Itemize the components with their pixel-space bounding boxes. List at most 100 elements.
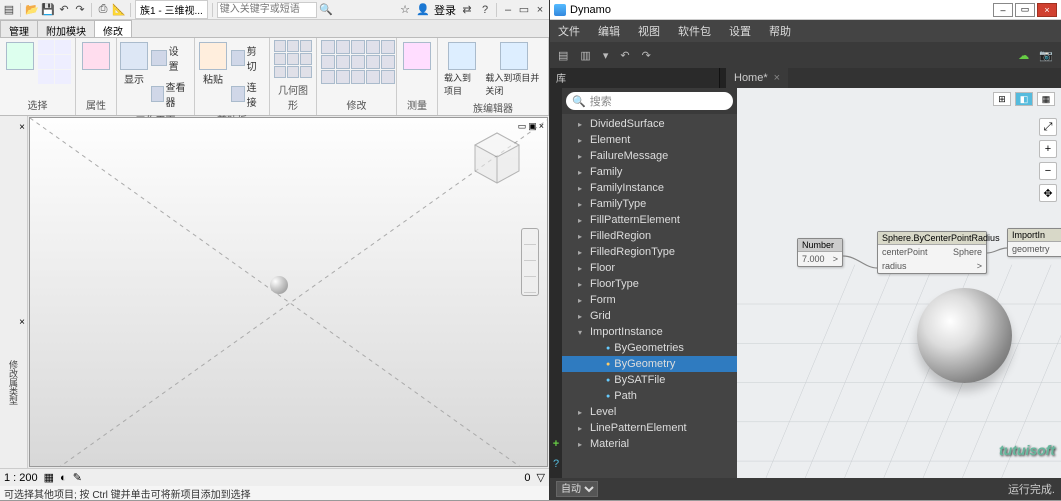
properties-palette-collapsed[interactable]: × × 修改属类型 [0, 116, 28, 468]
tree-node-floortype[interactable]: ▸FloorType [562, 276, 737, 292]
save-icon[interactable]: 💾 [41, 3, 55, 17]
properties-button[interactable] [80, 40, 112, 72]
user-icon[interactable]: 👤 [416, 3, 430, 17]
poly-tool-icon[interactable] [55, 70, 71, 84]
load-into-project-button[interactable]: 载入到项目 [442, 40, 481, 99]
tree-node-bygeometries[interactable]: ●ByGeometries [562, 340, 737, 356]
palette2-close-icon[interactable]: × [17, 315, 27, 330]
menu-file[interactable]: 文件 [558, 23, 580, 39]
minimize-icon[interactable]: – [501, 3, 515, 17]
undo-icon[interactable]: ↶ [57, 3, 71, 17]
move-icon[interactable] [366, 40, 380, 54]
zoom-fit-icon[interactable]: ⤢ [1039, 118, 1057, 136]
pin-icon[interactable] [321, 70, 335, 84]
tab-close-icon[interactable]: × [774, 72, 780, 84]
tree-node-bysatfile[interactable]: ●BySATFile [562, 372, 737, 388]
zoom-in-icon[interactable]: + [1039, 140, 1057, 158]
geo-view-icon[interactable]: ◧ [1015, 92, 1033, 106]
open-icon[interactable]: ▥ [580, 49, 590, 62]
view-close-icon[interactable]: × [539, 121, 544, 132]
line-tool-icon[interactable] [38, 40, 54, 54]
nav-bar[interactable] [521, 228, 539, 296]
tree-node-bygeometry[interactable]: ●ByGeometry [562, 356, 737, 372]
run-mode-select[interactable]: 自动 [556, 481, 598, 497]
orbit-icon[interactable] [524, 279, 536, 293]
tree-node-failuremessage[interactable]: ▸FailureMessage [562, 148, 737, 164]
arc-tool-icon[interactable] [55, 40, 71, 54]
help-icon[interactable]: ? [553, 458, 559, 470]
tree-node-floor[interactable]: ▸Floor [562, 260, 737, 276]
tree-node-path[interactable]: ●Path [562, 388, 737, 404]
status-icon2[interactable]: ◐ [60, 472, 67, 484]
help-search-input[interactable] [217, 2, 317, 18]
print-icon[interactable]: ⎙ [96, 3, 110, 17]
library-tree[interactable]: ▸DividedSurface▸Element▸FailureMessage ▸F… [562, 114, 737, 478]
node-import[interactable]: ImportIn geometry [1007, 228, 1061, 257]
menu-view[interactable]: 视图 [638, 23, 660, 39]
circle-tool-icon[interactable] [38, 55, 54, 69]
number-value[interactable]: 7.000 [802, 254, 825, 264]
tree-node-familyinstance[interactable]: ▸FamilyInstance [562, 180, 737, 196]
set-plane-button[interactable]: 设置 [149, 40, 190, 75]
open-icon[interactable]: 📂 [25, 3, 39, 17]
scale-icon[interactable] [381, 55, 395, 69]
tree-node-dividedsurface[interactable]: ▸DividedSurface [562, 116, 737, 132]
tree-node-importinstance[interactable]: ▾ImportInstance [562, 324, 737, 340]
close-icon[interactable]: × [533, 3, 547, 17]
measure-icon[interactable]: 📐 [112, 3, 126, 17]
show-button[interactable]: 显示 [121, 40, 147, 88]
tree-node-form[interactable]: ▸Form [562, 292, 737, 308]
array-icon[interactable] [366, 55, 380, 69]
dynamo-workspace[interactable]: Number 7.000> Sphere.ByCenterPointRadius… [737, 88, 1061, 478]
add-icon[interactable]: + [553, 438, 559, 450]
split-icon[interactable] [351, 55, 365, 69]
status-icon[interactable]: ▦ [44, 471, 54, 484]
menu-help[interactable]: 帮助 [769, 23, 791, 39]
filter-icon[interactable]: ▽ [537, 471, 545, 484]
mirror-icon[interactable] [351, 40, 365, 54]
save-file-icon[interactable]: ▾ [603, 49, 609, 62]
search-icon[interactable]: 🔍 [319, 3, 333, 17]
menu-settings[interactable]: 设置 [729, 23, 751, 39]
status-icon3[interactable]: ✎ [73, 471, 82, 484]
tree-node-element[interactable]: ▸Element [562, 132, 737, 148]
viewcube[interactable] [467, 128, 527, 188]
dyn-minimize-icon[interactable]: – [993, 3, 1013, 17]
favorite-icon[interactable]: ☆ [398, 3, 412, 17]
library-search-input[interactable]: 🔍 搜索 [566, 92, 733, 110]
tree-node-filledregion[interactable]: ▸FilledRegion [562, 228, 737, 244]
copy-icon[interactable] [381, 40, 395, 54]
exchange-icon[interactable]: ⇄ [460, 3, 474, 17]
scale-label[interactable]: 1 : 200 [4, 472, 38, 484]
pan-icon[interactable] [524, 247, 536, 261]
palette-close-icon[interactable]: × [17, 120, 27, 135]
help-icon[interactable]: ? [478, 3, 492, 17]
tree-node-linepatternelement[interactable]: ▸LinePatternElement [562, 420, 737, 436]
dyn-close-icon[interactable]: × [1037, 3, 1057, 17]
tab-addins[interactable]: 附加模块 [37, 20, 95, 37]
view-dropdown[interactable]: 族1 - 三维视... [135, 0, 208, 19]
pan-icon[interactable]: ✥ [1039, 184, 1057, 202]
paste-button[interactable]: 粘贴 [199, 40, 227, 88]
tree-node-filledregiontype[interactable]: ▸FilledRegionType [562, 244, 737, 260]
geometry-grid[interactable] [274, 40, 312, 78]
redo-icon[interactable]: ↷ [642, 49, 651, 62]
group-icon[interactable] [366, 70, 380, 84]
tab-modify[interactable]: 修改 [94, 20, 132, 37]
revit-sphere[interactable] [270, 276, 288, 294]
trim-icon[interactable] [336, 55, 350, 69]
preview-sphere[interactable] [917, 288, 1012, 383]
viewer-button[interactable]: 查看器 [149, 76, 190, 111]
rotate-icon[interactable] [321, 55, 335, 69]
workspace-tab[interactable]: Home* × [726, 68, 788, 88]
tree-node-familytype[interactable]: ▸FamilyType [562, 196, 737, 212]
view-min-icon[interactable]: ▭ [518, 121, 527, 132]
join-button[interactable]: 连接 [229, 76, 265, 111]
ungroup-icon[interactable] [381, 70, 395, 84]
tree-node-level[interactable]: ▸Level [562, 404, 737, 420]
new-icon[interactable]: ▤ [558, 49, 568, 62]
tab-manage[interactable]: 管理 [0, 20, 38, 37]
undo-icon[interactable]: ↶ [620, 49, 629, 62]
graph-view-icon[interactable]: ⊞ [993, 92, 1011, 106]
cut-button[interactable]: 剪切 [229, 40, 265, 75]
